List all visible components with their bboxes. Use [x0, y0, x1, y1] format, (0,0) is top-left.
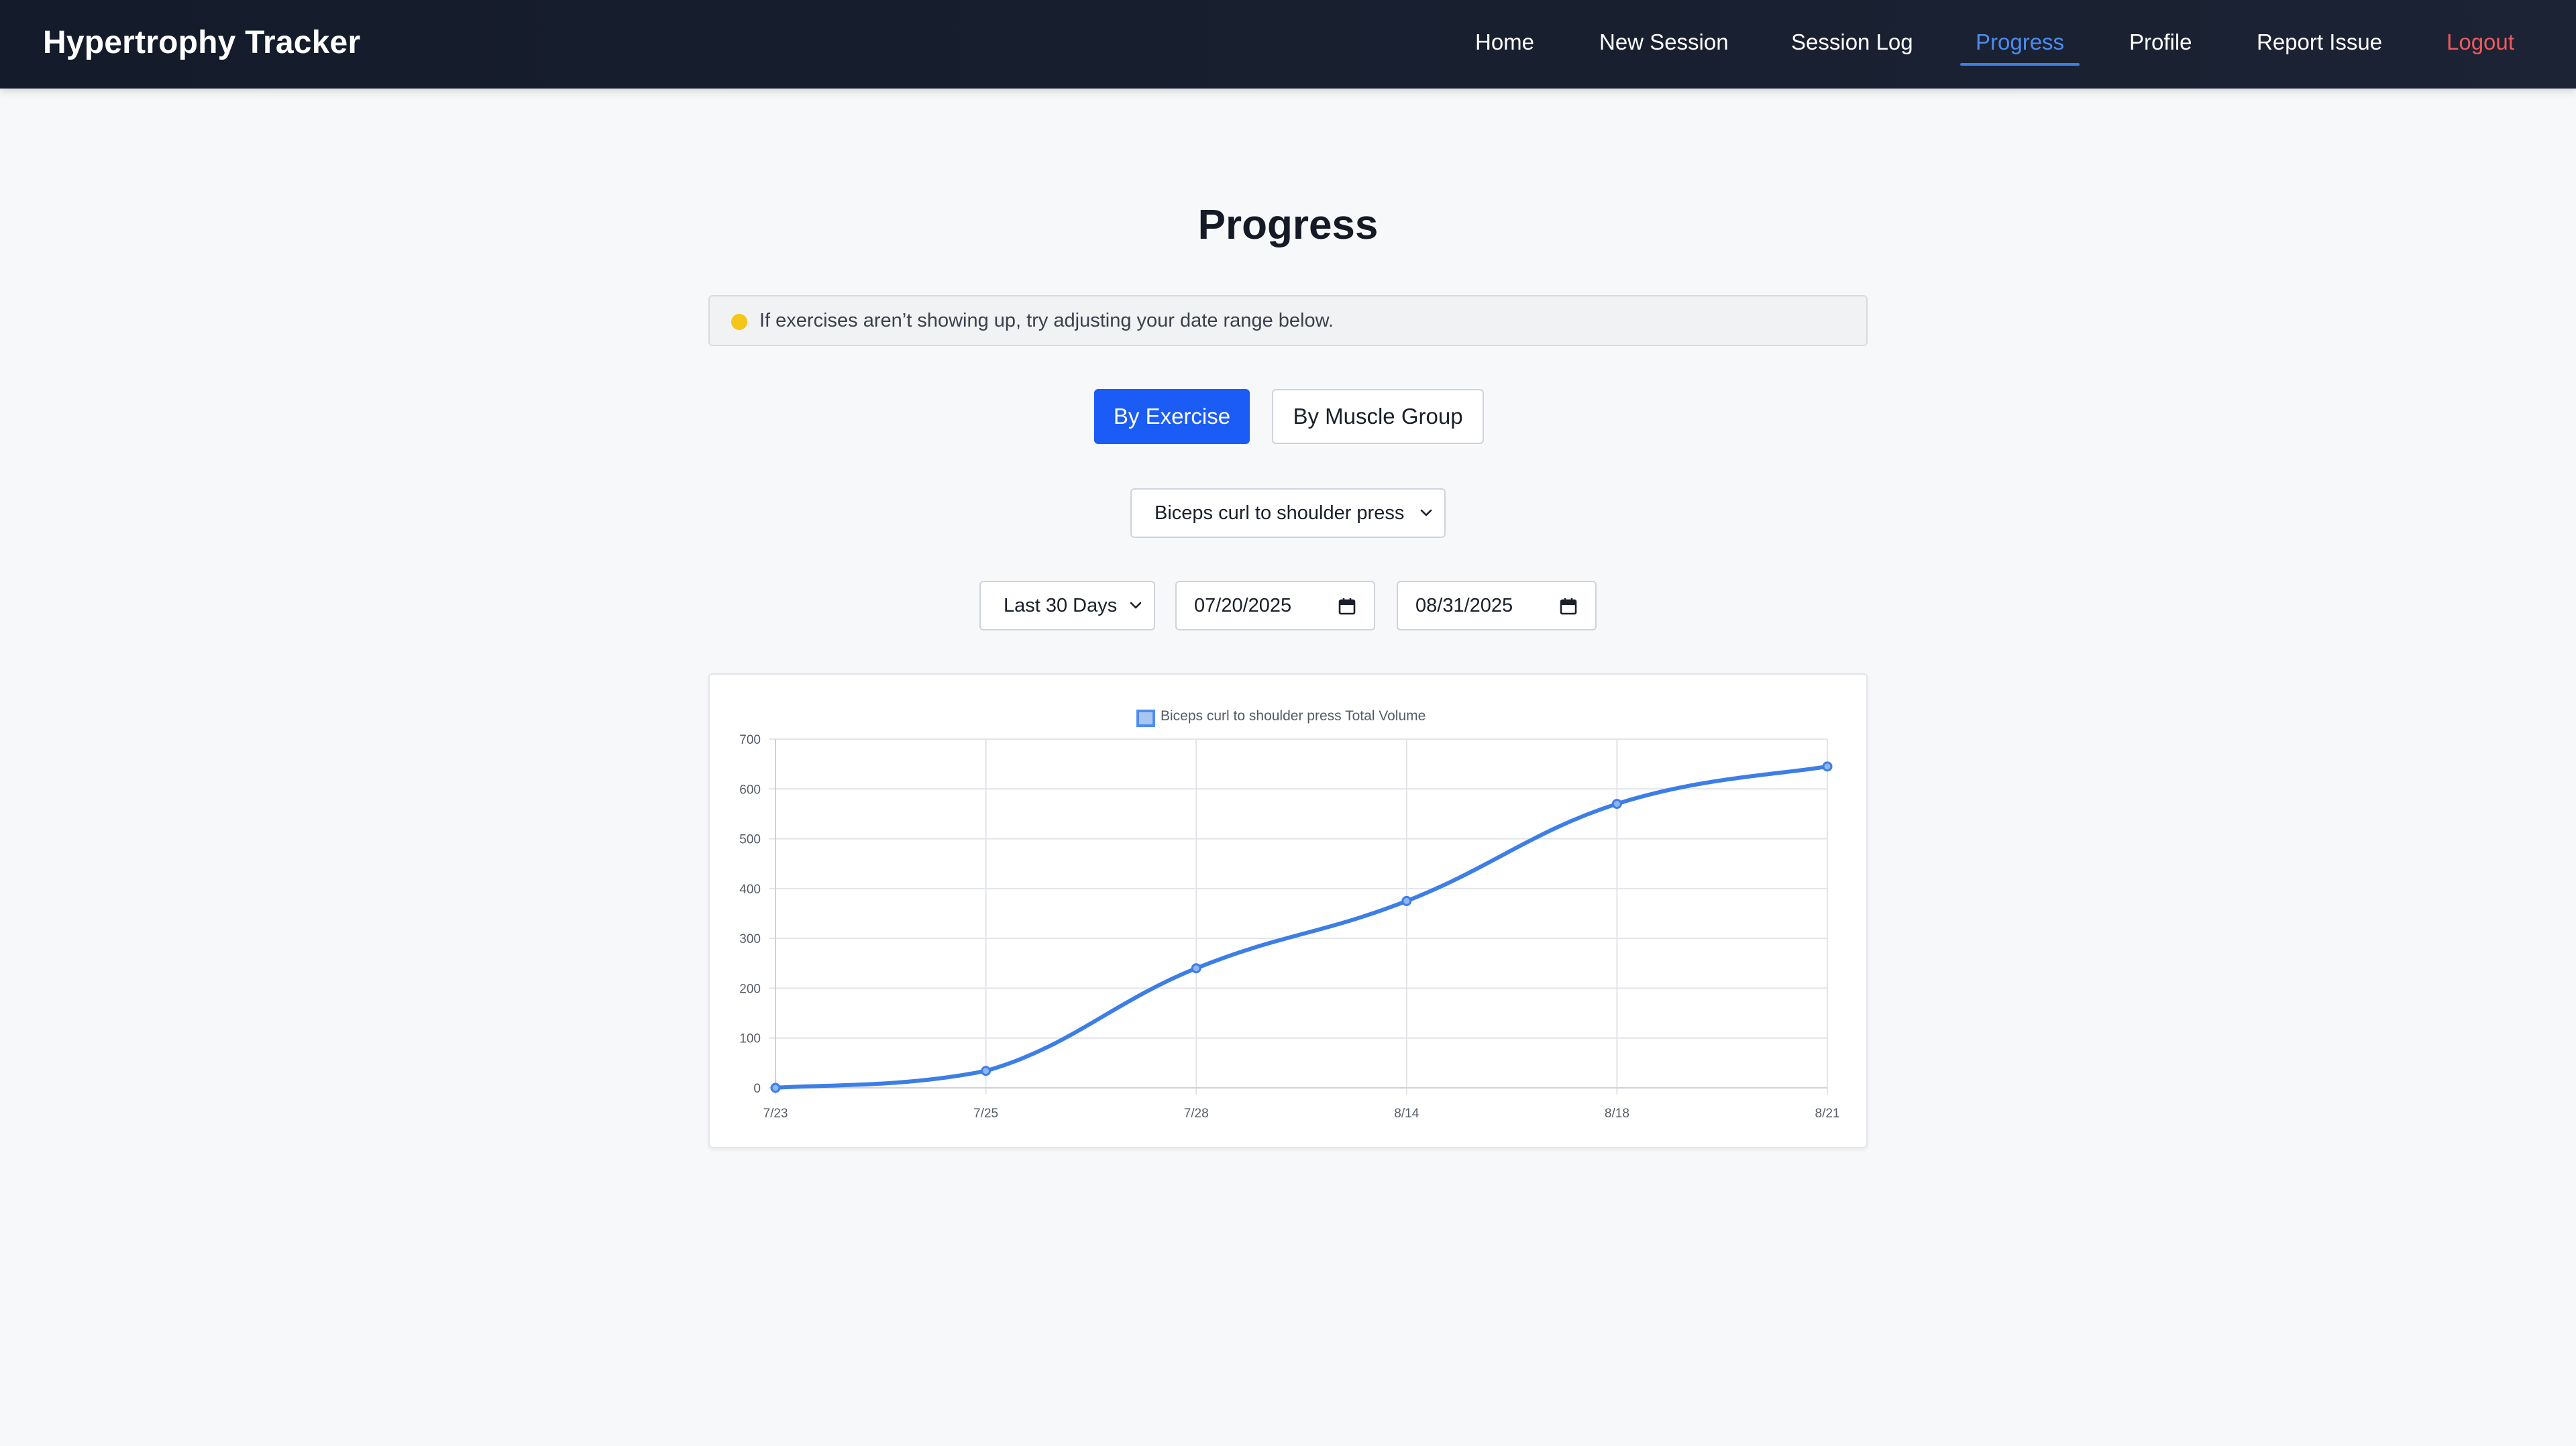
data-point[interactable]	[1401, 895, 1412, 906]
exercise-select-value: Biceps curl to shoulder press	[1155, 502, 1405, 524]
exercise-select[interactable]: Biceps curl to shoulder press	[1130, 488, 1446, 538]
notice-text: If exercises aren’t showing up, try adju…	[759, 310, 1334, 331]
data-point[interactable]	[1822, 761, 1833, 772]
top-navbar: Hypertrophy Tracker Home New Session Ses…	[0, 0, 2576, 89]
end-date-input[interactable]: 08/31/2025	[1397, 581, 1597, 630]
data-point[interactable]	[1611, 799, 1622, 810]
brand-logo-text[interactable]: Hypertrophy Tracker	[43, 24, 360, 61]
data-point[interactable]	[770, 1082, 781, 1093]
y-tick-label: 0	[753, 1082, 761, 1096]
y-tick-label: 400	[739, 883, 761, 897]
x-tick-label: 8/21	[1815, 1107, 1840, 1121]
y-tick-label: 300	[739, 932, 761, 946]
tab-by-muscle-group[interactable]: By Muscle Group	[1272, 389, 1484, 444]
info-notice: If exercises aren’t showing up, try adju…	[708, 295, 1868, 346]
chevron-down-icon	[1420, 509, 1432, 516]
progress-line-chart[interactable]: 0 100 200 300 400 500 600 700 7/23 7/25 7/28 8/14 8/…	[710, 675, 1869, 1150]
y-tick-label: 700	[739, 733, 761, 747]
nav-new-session[interactable]: New Session	[1599, 30, 1729, 55]
calendar-icon[interactable]	[1559, 597, 1578, 616]
end-date-value: 08/31/2025	[1415, 594, 1513, 616]
nav-logout[interactable]: Logout	[2447, 30, 2514, 55]
nav-home[interactable]: Home	[1475, 30, 1534, 55]
start-date-input[interactable]: 07/20/2025	[1175, 581, 1375, 630]
progress-chart-card: 0 100 200 300 400 500 600 700 7/23 7/25 7/28 8/14 8/…	[708, 673, 1868, 1148]
page-title: Progress	[1197, 202, 1379, 248]
data-point[interactable]	[981, 1066, 991, 1076]
x-tick-label: 8/14	[1394, 1107, 1419, 1121]
y-tick-label: 200	[739, 982, 761, 996]
nav-progress[interactable]: Progress	[1976, 30, 2064, 55]
date-range-select-value: Last 30 Days	[1004, 594, 1118, 616]
x-tick-label: 7/28	[1184, 1107, 1209, 1121]
start-date-value: 07/20/2025	[1194, 594, 1292, 616]
calendar-icon[interactable]	[1338, 597, 1356, 616]
legend-label[interactable]: Biceps curl to shoulder press Total Volu…	[1161, 708, 1426, 724]
x-tick-label: 8/18	[1605, 1107, 1629, 1121]
y-tick-label: 500	[739, 833, 761, 847]
legend-swatch[interactable]	[1136, 710, 1155, 727]
nav-session-log[interactable]: Session Log	[1791, 30, 1913, 55]
nav-active-indicator	[1960, 63, 2080, 66]
x-tick-label: 7/23	[763, 1107, 788, 1121]
series-line	[773, 764, 1829, 1090]
x-tick-label: 7/25	[973, 1107, 998, 1121]
y-tick-label: 600	[739, 783, 761, 797]
chevron-down-icon	[1130, 602, 1142, 609]
data-point[interactable]	[1191, 963, 1201, 974]
date-range-select[interactable]: Last 30 Days	[979, 581, 1155, 630]
tab-by-exercise[interactable]: By Exercise	[1094, 389, 1250, 444]
nav-profile[interactable]: Profile	[2129, 30, 2192, 55]
nav-report-issue[interactable]: Report Issue	[2257, 30, 2382, 55]
y-tick-label: 100	[739, 1032, 761, 1046]
warning-dot-icon	[731, 314, 747, 330]
